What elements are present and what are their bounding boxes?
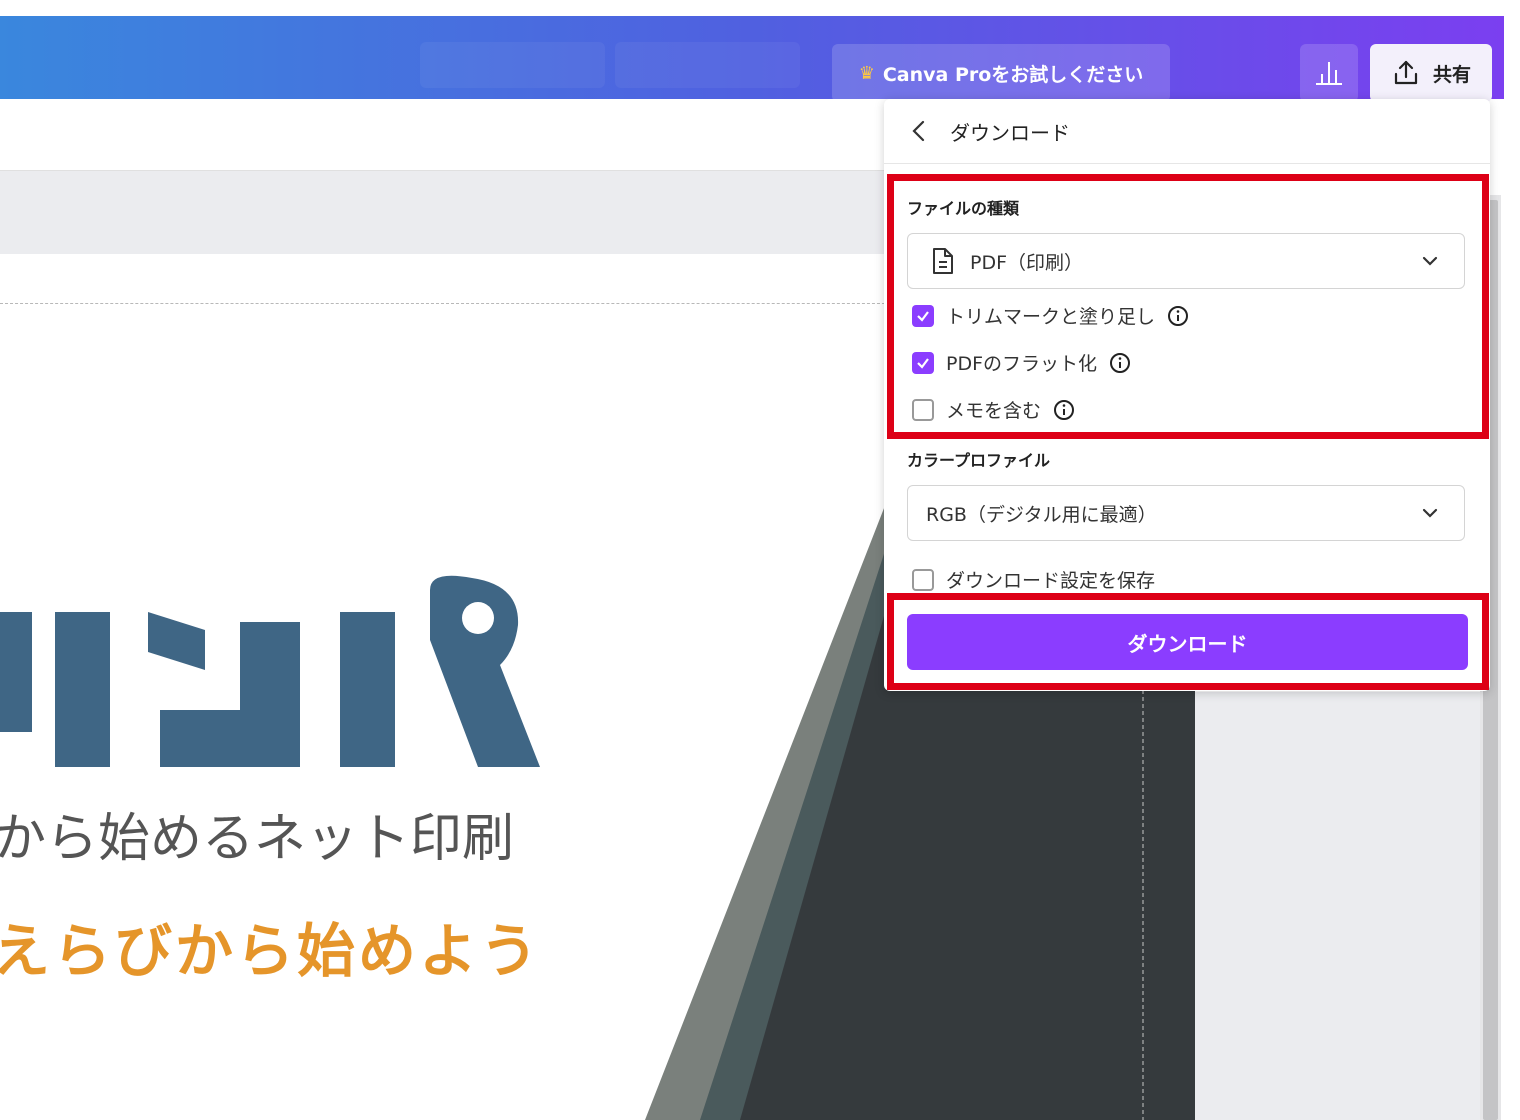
info-icon[interactable] [1109, 352, 1131, 374]
info-icon[interactable] [1053, 399, 1075, 421]
option-label: PDFのフラット化 [946, 353, 1098, 375]
checkbox-checked[interactable] [912, 304, 934, 327]
file-type-value: PDF（印刷） [970, 251, 1084, 274]
checkbox-unchecked[interactable] [912, 568, 934, 591]
panel-title: ダウンロード [950, 120, 1070, 145]
checkbox-unchecked[interactable] [912, 398, 934, 421]
insights-button[interactable] [1300, 44, 1358, 102]
chevron-down-icon [1422, 508, 1438, 518]
design-subtitle: から始めるネット印刷 [0, 809, 515, 869]
toolbar-placeholder [420, 42, 605, 88]
flatten-pdf-option[interactable]: PDFのフラット化 [912, 349, 1131, 376]
save-settings-label: ダウンロード設定を保存 [946, 570, 1156, 592]
editor-background [1195, 692, 1482, 1120]
option-label: メモを含む [946, 400, 1042, 422]
company-logo [0, 575, 540, 767]
design-slogan: えらびから始めよう [0, 917, 542, 985]
download-button[interactable]: ダウンロード [907, 614, 1468, 670]
bar-chart-icon [1316, 62, 1342, 85]
color-profile-select[interactable]: RGB（デジタル用に最適） [907, 485, 1465, 541]
file-type-label: ファイルの種類 [907, 199, 1020, 218]
try-canva-pro-button[interactable]: ♛ Canva Proをお試しください [832, 44, 1170, 102]
share-label: 共有 [1432, 63, 1471, 86]
save-settings-option[interactable]: ダウンロード設定を保存 [912, 566, 1155, 593]
crown-icon: ♛ [858, 62, 875, 84]
editor-toolbar-band [0, 170, 895, 254]
color-profile-value: RGB（デジタル用に最適） [926, 503, 1157, 526]
trim-marks-option[interactable]: トリムマークと塗り足し [912, 302, 1189, 329]
download-panel: ダウンロード ファイルの種類 PDF（印刷） トリムマークと塗り足し PDFのフ… [884, 99, 1490, 691]
color-profile-label: カラープロファイル [907, 451, 1051, 470]
include-notes-option[interactable]: メモを含む [912, 396, 1075, 423]
panel-header: ダウンロード [884, 99, 1490, 164]
try-canva-pro-label: Canva Proをお試しください [882, 63, 1144, 86]
check-icon [917, 357, 929, 369]
back-arrow-icon[interactable] [904, 119, 934, 143]
file-type-select[interactable]: PDF（印刷） [907, 233, 1465, 289]
checkbox-checked[interactable] [912, 351, 934, 374]
check-icon [917, 310, 929, 322]
top-toolbar: ♛ Canva Proをお試しください 共有 [0, 16, 1504, 102]
chevron-down-icon [1422, 256, 1438, 266]
info-icon[interactable] [1167, 305, 1189, 327]
upload-icon [1394, 60, 1418, 85]
toolbar-placeholder [615, 42, 800, 88]
page-guide-line [0, 303, 895, 304]
option-label: トリムマークと塗り足し [946, 306, 1156, 328]
document-icon [933, 248, 953, 274]
share-button[interactable]: 共有 [1370, 44, 1492, 102]
